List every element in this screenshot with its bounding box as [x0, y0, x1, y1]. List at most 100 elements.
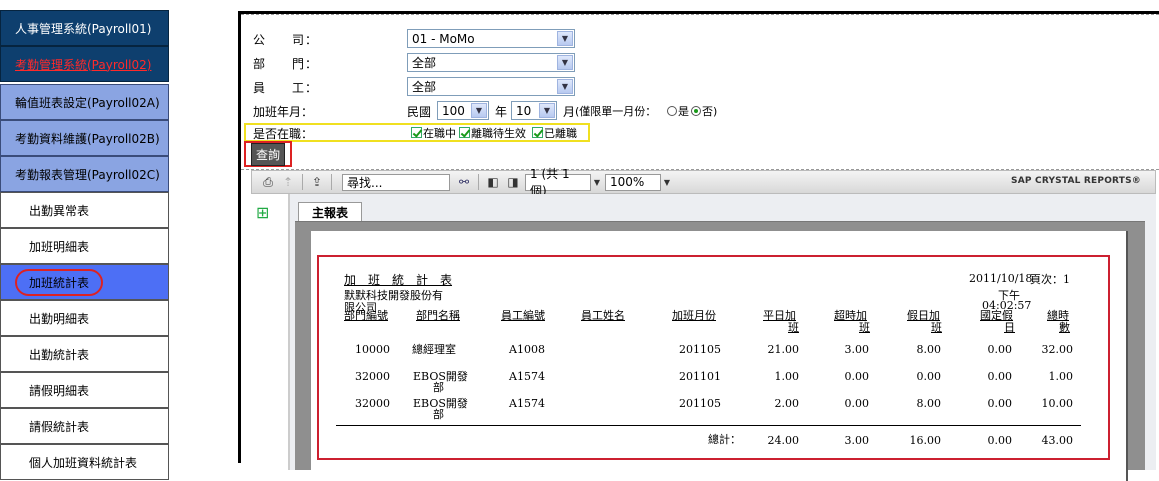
nav-item-attendance-detail[interactable]: 出勤明細表: [0, 300, 169, 336]
viewer-toolbar: ⎙ ⇡ ⇪ 尋找... ⚯ ◧ ◨ 1 (共 1 個) ▼ 100% ▼ SAP…: [251, 167, 1156, 198]
cell-emp-no: A1008: [509, 343, 545, 356]
nav-item-personal-overtime[interactable]: 個人加班資料統計表: [0, 444, 169, 480]
total-overtime: 3.00: [844, 434, 870, 447]
cell-emp-no: A1574: [509, 370, 545, 383]
cell-weekday: 21.00: [767, 343, 800, 356]
header-emp-no: 員工編號: [501, 309, 545, 322]
year-value: 100: [442, 103, 465, 118]
employee-select[interactable]: 全部 ▼: [407, 77, 575, 96]
report-viewer: ⎙ ⇡ ⇪ 尋找... ⚯ ◧ ◨ 1 (共 1 個) ▼ 100% ▼ SAP…: [251, 167, 1156, 481]
query-button[interactable]: 查詢: [244, 141, 292, 167]
chevron-down-icon: ▼: [557, 31, 573, 46]
cell-dept-name: 總經理室: [412, 343, 456, 356]
cell-holiday: 8.00: [916, 343, 942, 356]
nav-item-leave-summary[interactable]: 請假統計表: [0, 408, 169, 444]
nav-group-payroll02a[interactable]: 輪值班表設定(Payroll02A): [0, 84, 169, 120]
chevron-down-icon: ▼: [539, 103, 555, 118]
tab-main-report[interactable]: 主報表: [298, 202, 362, 222]
single-month-yes-radio[interactable]: [667, 106, 677, 116]
status-resigned-checkbox[interactable]: [532, 127, 543, 138]
export-icon[interactable]: ⇪: [307, 173, 327, 191]
chevron-down-icon: ▼: [557, 55, 573, 70]
status-active-checkbox[interactable]: [411, 127, 422, 138]
zoom-dropdown-icon[interactable]: ▼: [661, 173, 673, 191]
month-unit: 月: [563, 105, 576, 119]
nav-system-payroll01[interactable]: 人事管理系統(Payroll01): [0, 10, 169, 46]
employee-label: 員 工：: [253, 81, 319, 95]
cell-year-month: 201101: [679, 370, 721, 383]
cell-holiday: 0.00: [916, 370, 942, 383]
nav-group-label: 輪值班表設定(Payroll02A): [15, 95, 160, 110]
print-icon[interactable]: ⎙: [258, 173, 278, 191]
nav-item-leave-detail[interactable]: 請假明細表: [0, 372, 169, 408]
report-page-background: 加 班 統 計 表 默默科技開發股份有 限公司 2011/10/18 頁次：1 …: [295, 221, 1145, 481]
tab-label: 主報表: [311, 206, 348, 220]
month-select[interactable]: 10 ▼: [511, 101, 557, 120]
dept-select[interactable]: 全部 ▼: [407, 53, 575, 72]
cell-holiday: 8.00: [916, 397, 942, 410]
single-month-no-radio[interactable]: [691, 106, 701, 116]
nav-group-label: 考勤資料維護(Payroll02B): [15, 131, 160, 146]
cell-weekday: 2.00: [774, 397, 800, 410]
nav-system-label: 考勤管理系統(Payroll02): [15, 57, 152, 72]
cell-dept-name-2: 部: [433, 381, 444, 394]
header-national-holiday-2: 日: [1004, 321, 1015, 334]
cell-dept-no: 10000: [355, 343, 390, 356]
nav-item-label: 請假明細表: [29, 383, 90, 398]
cell-overtime: 3.00: [844, 343, 870, 356]
cell-dept-no: 32000: [355, 370, 390, 383]
total-hours: 43.00: [1041, 434, 1074, 447]
company-value: 01 - MoMo: [412, 31, 475, 46]
year-unit: 年: [495, 105, 508, 119]
total-weekday: 24.00: [767, 434, 800, 447]
totals-divider: [336, 425, 1081, 426]
header-weekday-ot-2: 班: [788, 321, 799, 334]
employee-value: 全部: [412, 80, 437, 94]
header-emp-name: 員工姓名: [581, 309, 625, 322]
export-up-icon[interactable]: ⇡: [278, 173, 298, 191]
dept-label: 部 門：: [253, 57, 319, 71]
nav-item-overtime-summary[interactable]: 加班統計表: [0, 264, 169, 300]
crystal-reports-brand: SAP CRYSTAL REPORTS®: [1011, 176, 1141, 186]
toolbar-separator: [478, 174, 479, 190]
status-pending-label: 離職待生效: [471, 127, 526, 140]
nav-system-payroll02[interactable]: 考勤管理系統(Payroll02): [0, 46, 169, 82]
search-input[interactable]: 尋找...: [342, 173, 450, 191]
nav-system-label: 人事管理系統(Payroll01): [15, 21, 152, 36]
zoom-field[interactable]: 100%: [605, 173, 661, 191]
nav-item-overtime-detail[interactable]: 加班明細表: [0, 228, 169, 264]
nav-group-payroll02b[interactable]: 考勤資料維護(Payroll02B): [0, 120, 169, 156]
side-navigation: 人事管理系統(Payroll01) 考勤管理系統(Payroll02) 輪值班表…: [0, 0, 170, 480]
roc-prefix: 民國: [407, 105, 432, 119]
no-label: 否): [702, 105, 718, 118]
page-number-field[interactable]: 1 (共 1 個): [525, 167, 591, 198]
cell-national: 0.00: [987, 370, 1013, 383]
month-value: 10: [516, 103, 532, 118]
nav-item-label: 加班統計表: [15, 268, 104, 296]
company-label: 公 司：: [253, 33, 319, 47]
overtime-summary-report: 加 班 統 計 表 默默科技開發股份有 限公司 2011/10/18 頁次：1 …: [317, 255, 1110, 460]
nav-group-payroll02c[interactable]: 考勤報表管理(Payroll02C): [0, 156, 169, 192]
query-button-label: 查詢: [250, 142, 285, 166]
group-tree-panel: ⊞: [251, 194, 289, 470]
report-page: 加 班 統 計 表 默默科技開發股份有 限公司 2011/10/18 頁次：1 …: [311, 231, 1126, 481]
binoculars-icon[interactable]: ⚯: [454, 173, 474, 191]
company-select[interactable]: 01 - MoMo ▼: [407, 29, 575, 48]
employment-status-label: 是否在職：: [253, 127, 314, 141]
page-dropdown-icon[interactable]: ▼: [591, 173, 603, 191]
nav-item-label: 出勤異常表: [29, 203, 90, 218]
year-select[interactable]: 100 ▼: [437, 101, 489, 120]
cell-weekday: 1.00: [774, 370, 800, 383]
nav-item-label: 出勤統計表: [29, 347, 90, 362]
header-dept-no: 部門編號: [344, 309, 388, 322]
first-page-icon[interactable]: ◧: [483, 173, 503, 191]
nav-item-attendance-summary[interactable]: 出勤統計表: [0, 336, 169, 372]
dept-value: 全部: [412, 56, 437, 70]
status-pending-checkbox[interactable]: [459, 127, 470, 138]
cell-national: 0.00: [987, 397, 1013, 410]
nav-item-attendance-exception[interactable]: 出勤異常表: [0, 192, 169, 228]
yes-label: 是: [678, 105, 689, 118]
prev-page-icon[interactable]: ◨: [503, 173, 523, 191]
chevron-down-icon: ▼: [557, 79, 573, 94]
group-tree-icon[interactable]: ⊞: [256, 203, 269, 222]
